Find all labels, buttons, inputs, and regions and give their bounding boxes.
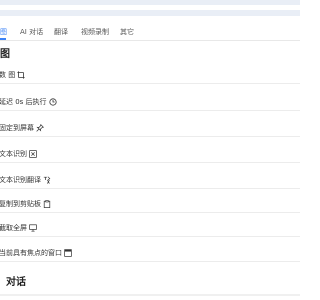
menu-item-label: 文本识别翻译 <box>0 176 41 184</box>
top-white-bar <box>0 5 300 10</box>
menu-item-text-recognition[interactable]: 文本识别 <box>0 146 300 163</box>
text-scan-icon <box>29 150 37 158</box>
menu-item-text-recognition-translate[interactable]: 文本识别翻译 <box>0 172 300 189</box>
tab-bar: 图 AI 对话 翻译 视频录制 其它 <box>0 24 300 41</box>
menu-item-label: 截取全屏 <box>0 224 27 232</box>
menu-item-label: 延迟 0s 后执行 <box>0 98 47 106</box>
clipboard-icon <box>43 200 51 208</box>
timer-icon <box>48 98 57 106</box>
tab-ai-chat[interactable]: AI 对话 <box>20 27 43 37</box>
translate-scan-icon <box>43 176 51 184</box>
menu-item-label: 数 图 <box>0 71 16 79</box>
menu-item-fullscreen[interactable]: 截取全屏 <box>0 220 300 237</box>
menu-item-screenshot[interactable]: 数 图 <box>0 67 300 84</box>
active-tab-indicator <box>0 38 6 40</box>
pin-icon <box>36 124 44 132</box>
menu-item-delay[interactable]: 延迟 0s 后执行 <box>0 94 300 111</box>
menu-item-label: 固定到屏幕 <box>0 124 34 132</box>
menu-item-label: 当前具有焦点的窗口 <box>0 249 62 257</box>
tab-other[interactable]: 其它 <box>120 27 134 37</box>
section-title-ai-chat: 对话 <box>6 277 26 288</box>
menu-item-focused-window[interactable]: 当前具有焦点的窗口 <box>0 245 300 262</box>
menu-item-copy-clipboard[interactable]: 复制到剪贴板 <box>0 196 300 213</box>
menu-item-label: 复制到剪贴板 <box>0 200 41 208</box>
bottom-divider <box>0 294 300 296</box>
window-top-strip <box>0 0 300 16</box>
section-title-screenshot: 图 <box>0 49 10 60</box>
crop-icon <box>17 71 25 79</box>
window-icon <box>64 249 72 257</box>
tab-video-record[interactable]: 视频录制 <box>81 27 109 37</box>
tab-screenshot[interactable]: 图 <box>0 27 7 37</box>
monitor-icon <box>29 224 37 232</box>
menu-item-label: 文本识别 <box>0 150 27 158</box>
tab-translate[interactable]: 翻译 <box>54 27 68 37</box>
settings-page: 图 AI 对话 翻译 视频录制 其它 图 数 图 延迟 0s 后执行 固定到屏幕… <box>0 0 300 300</box>
menu-item-pin[interactable]: 固定到屏幕 <box>0 120 300 137</box>
